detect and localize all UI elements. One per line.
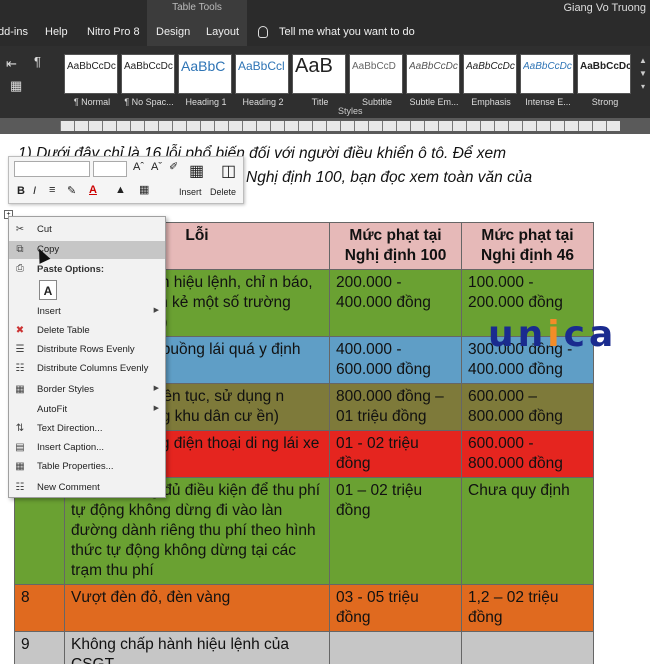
insert-caption-icon: ▤ [15,442,25,453]
table-tools-context-group: Table Tools [147,0,247,46]
bold-button[interactable]: B [17,185,25,197]
style-strong[interactable]: AaBbCcDc Strong [577,54,631,107]
insert-table-icon[interactable]: ▦ [189,161,204,181]
submenu-arrow-icon: ▶ [153,307,159,314]
styles-gallery-scroll[interactable]: ▲ ▼ ▾ [636,54,650,94]
shading-icon[interactable]: ▲ [115,184,126,196]
table-row[interactable]: 8 Vượt đèn đỏ, đèn vàng 03 - 05 triệu đồng… [14,584,594,632]
cell-muc-phat-100[interactable]: 200.000 - 400.000 đồng [329,269,462,337]
new-comment-icon: ☷ [15,482,25,493]
style-intense-emphasis[interactable]: AaBbCcDc Intense E... [520,54,574,107]
grow-font-icon[interactable]: Aˆ [133,161,144,173]
delete-label[interactable]: Delete [210,187,236,197]
style-no-spacing[interactable]: AaBbCcDc ¶ No Spac... [121,54,175,107]
cell-muc-phat-46[interactable]: 600.000 - 800.000 đồng [461,430,594,478]
menu-item-distribute-rows[interactable]: ☰ Distribute Rows Evenly [9,341,165,359]
user-name[interactable]: Giang Vo Truong [563,2,646,14]
align-button[interactable]: ≡ [49,184,55,196]
mini-toolbar: Aˆ Aˇ ✐ B I ≡ ✎ A ▲ ▦ ▦ ◫ Insert Delete [8,156,244,204]
submenu-arrow-icon: ▶ [153,405,159,412]
table-tools-label: Table Tools [172,2,222,13]
header-muc-phat-46[interactable]: Mức phạt tại Nghị định 46 [461,222,594,270]
insert-label[interactable]: Insert [179,187,202,197]
cell-muc-phat-46[interactable] [461,631,594,664]
scissors-icon: ✂ [15,224,25,235]
font-color-icon[interactable]: A [89,184,97,196]
cell-muc-phat-100[interactable]: 03 - 05 triệu đồng [329,584,462,632]
ruler-scale [60,121,620,131]
cell-muc-phat-46[interactable]: 600.000 – 800.000 đồng [461,383,594,431]
lightbulb-icon [258,26,268,38]
menu-item-text-direction[interactable]: ⇅ Text Direction... [9,420,165,438]
highlight-icon[interactable]: ✎ [67,184,76,197]
style-title[interactable]: AaB Title [292,54,346,107]
menu-item-autofit[interactable]: AutoFit ▶ [9,401,165,419]
style-normal[interactable]: AaBbCcDc ¶ Normal [64,54,118,107]
cell-loi[interactable]: Không chấp hành hiệu lệnh của CSGT [64,631,330,664]
style-emphasis[interactable]: AaBbCcDc Emphasis [463,54,517,107]
cell-muc-phat-100[interactable]: 01 – 02 triệu đồng [329,477,462,585]
style-heading-1[interactable]: AaBbC Heading 1 [178,54,232,107]
menu-item-copy[interactable]: ⧉ Copy [9,241,165,259]
text-direction-icon: ⇅ [15,423,25,434]
style-heading-2[interactable]: AaBbCcl Heading 2 [235,54,289,107]
italic-button[interactable]: I [33,185,36,197]
tab-nitro-pro[interactable]: Nitro Pro 8 [87,26,140,38]
shrink-font-icon[interactable]: Aˇ [151,161,162,173]
ribbon: ⇤ ¶ ▦ AaBbCcDc ¶ Normal AaBbCcDc ¶ No Sp… [0,46,650,118]
copy-icon: ⧉ [16,244,24,255]
tab-help[interactable]: Help [45,26,68,38]
paste-keep-text-only-icon[interactable]: A [39,280,57,300]
style-subtitle[interactable]: AaBbCcD Subtitle [349,54,403,107]
submenu-arrow-icon: ▶ [153,385,159,392]
distribute-columns-icon: ☷ [15,363,25,374]
horizontal-ruler[interactable] [0,118,650,134]
style-subtle-emphasis[interactable]: AaBbCcDc Subtle Em... [406,54,460,107]
cell-muc-phat-100[interactable]: 01 - 02 triệu đồng [329,430,462,478]
distribute-rows-icon: ☰ [15,344,25,355]
pilcrow-icon[interactable]: ¶ [34,54,41,69]
unica-logo: unica [488,314,618,355]
cell-muc-phat-100[interactable] [329,631,462,664]
cell-stt[interactable]: 8 [14,584,65,632]
font-size-dropdown[interactable] [93,161,127,177]
format-painter-icon[interactable]: ✐ [169,160,178,173]
delete-table-icon: ✖ [15,325,25,336]
tab-layout[interactable]: Layout [206,26,239,38]
table-row[interactable]: 9Không chấp hành hiệu lệnh của CSGT [14,631,594,664]
menu-item-delete-table[interactable]: ✖ Delete Table [9,322,165,340]
cell-loi[interactable]: Vượt đèn đỏ, đèn vàng [64,584,330,632]
cell-muc-phat-100[interactable]: 800.000 đồng – 01 triệu đồng [329,383,462,431]
tab-add-ins[interactable]: dd-ins [0,26,28,38]
header-muc-phat-100[interactable]: Mức phạt tại Nghị định 100 [329,222,462,270]
border-styles-icon: ▦ [15,384,25,395]
context-menu: ✂ Cut ⧉ Copy ⎙ Paste Options: A Insert ▶… [8,216,166,498]
delete-table-mini-icon[interactable]: ◫ [221,161,236,181]
cell-stt[interactable]: 9 [14,631,65,664]
menu-item-border-styles[interactable]: ▦ Border Styles ▶ [9,381,165,399]
tab-design[interactable]: Design [156,26,190,38]
indent-icon[interactable]: ⇤ [6,56,17,72]
font-name-dropdown[interactable] [14,161,90,177]
borders-dropdown-icon[interactable]: ▦ [139,183,149,196]
menu-item-cut[interactable]: ✂ Cut [9,221,165,239]
paste-options-header: Paste Options: [37,264,105,275]
cell-muc-phat-46[interactable]: Chưa quy định [461,477,594,585]
styles-group-label: Styles [338,106,363,116]
cell-muc-phat-46[interactable]: 1,2 – 02 triệu đồng [461,584,594,632]
borders-icon[interactable]: ▦ [10,78,22,94]
menu-item-new-comment[interactable]: ☷ New Comment [9,479,165,497]
menu-item-table-properties[interactable]: ▦ Table Properties... [9,458,165,476]
menu-item-distribute-columns[interactable]: ☷ Distribute Columns Evenly [9,360,165,378]
title-bar: Table Tools Giang Vo Truong dd-ins Help … [0,0,650,46]
table-properties-icon: ▦ [15,461,25,472]
menu-item-insert-caption[interactable]: ▤ Insert Caption... [9,439,165,457]
tell-me-search[interactable]: Tell me what you want to do [279,26,415,38]
cell-muc-phat-100[interactable]: 400.000 - 600.000 đồng [329,336,462,384]
menu-item-insert[interactable]: Insert ▶ [9,303,165,321]
clipboard-icon: ⎙ [16,263,24,274]
